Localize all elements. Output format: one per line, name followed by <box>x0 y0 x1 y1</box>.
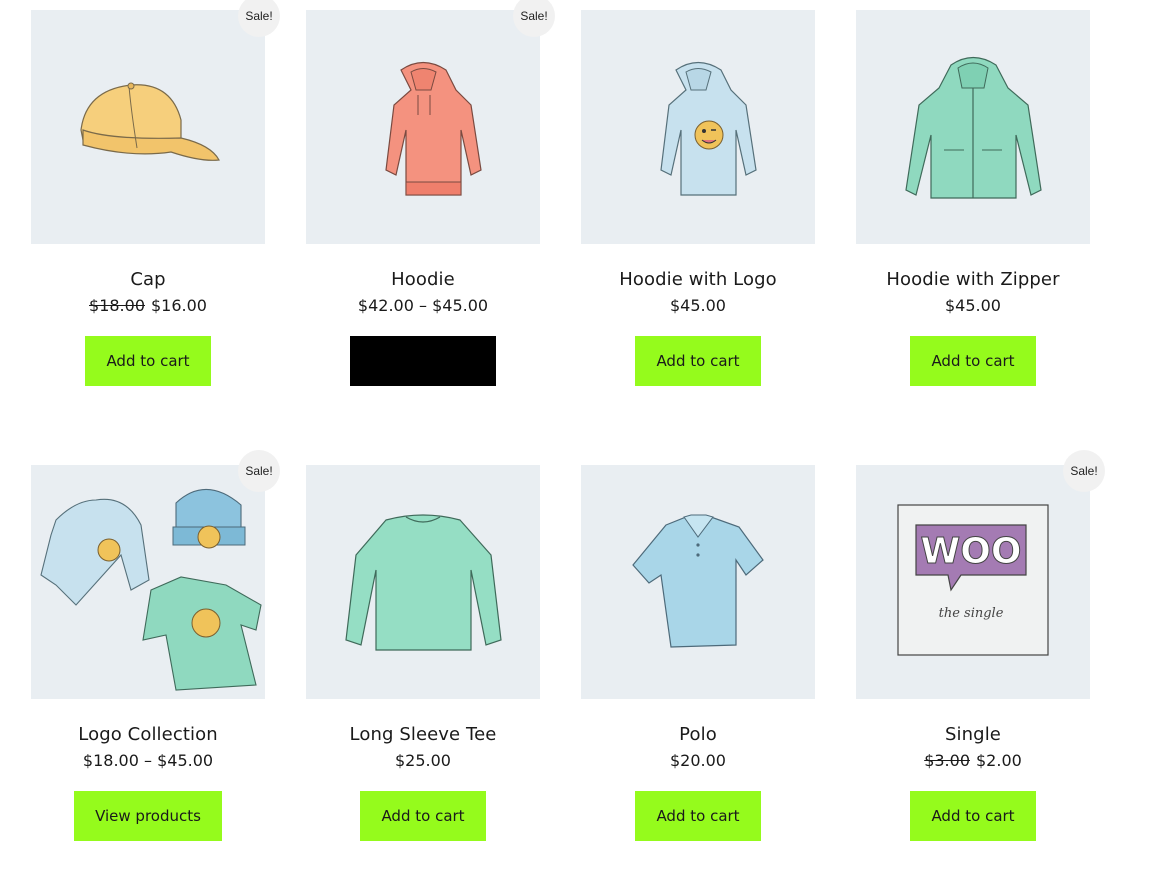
product-price: $42.00 – $45.00 <box>286 296 560 315</box>
sale-badge: Sale! <box>513 0 555 37</box>
product-title[interactable]: Hoodie <box>286 269 560 290</box>
sale-badge: Sale! <box>1063 450 1105 492</box>
view-products-button[interactable]: View products <box>74 791 222 841</box>
add-to-cart-button[interactable]: Add to cart <box>635 791 761 841</box>
old-price: $3.00 <box>924 751 970 770</box>
product-price: $45.00 <box>561 296 835 315</box>
add-to-cart-button[interactable]: Add to cart <box>910 791 1036 841</box>
product-title[interactable]: Polo <box>561 724 835 745</box>
product-title[interactable]: Logo Collection <box>11 724 285 745</box>
current-price: $45.00 <box>670 296 726 315</box>
product-image-long-sleeve-tee[interactable] <box>306 465 540 699</box>
product-price: $45.00 <box>836 296 1110 315</box>
product-image-cap[interactable] <box>31 10 265 244</box>
current-price: $25.00 <box>395 751 451 770</box>
product-image-hoodie-with-zipper[interactable] <box>856 10 1090 244</box>
product-image-polo[interactable] <box>581 465 815 699</box>
product-title[interactable]: Long Sleeve Tee <box>286 724 560 745</box>
product-price: $20.00 <box>561 751 835 770</box>
current-price: $16.00 <box>151 296 207 315</box>
product-title[interactable]: Single <box>836 724 1110 745</box>
sale-badge: Sale! <box>238 0 280 37</box>
product-title[interactable]: Hoodie with Logo <box>561 269 835 290</box>
select-options-button[interactable] <box>350 336 496 386</box>
product-price: $25.00 <box>286 751 560 770</box>
product-price: $18.00 $16.00 <box>11 296 285 315</box>
product-image-logo-collection[interactable] <box>31 465 265 699</box>
product-image-single[interactable]: WOO the single <box>856 465 1090 699</box>
woo-logo-text: WOO <box>921 531 1022 572</box>
product-image-hoodie-with-logo[interactable] <box>581 10 815 244</box>
current-price: $42.00 – $45.00 <box>357 296 489 315</box>
single-subtext: the single <box>939 606 1004 621</box>
current-price: $18.00 – $45.00 <box>82 751 214 770</box>
old-price: $18.00 <box>89 296 145 315</box>
current-price: $2.00 <box>976 751 1022 770</box>
add-to-cart-button[interactable]: Add to cart <box>360 791 486 841</box>
product-price: $3.00 $2.00 <box>836 751 1110 770</box>
current-price: $20.00 <box>670 751 726 770</box>
current-price: $45.00 <box>945 296 1001 315</box>
product-image-hoodie[interactable] <box>306 10 540 244</box>
product-grid: Sale! Cap $18.00 $16.00 Add to cart Sale!… <box>0 0 1153 888</box>
product-title[interactable]: Hoodie with Zipper <box>836 269 1110 290</box>
product-title[interactable]: Cap <box>11 269 285 290</box>
add-to-cart-button[interactable]: Add to cart <box>635 336 761 386</box>
add-to-cart-button[interactable]: Add to cart <box>910 336 1036 386</box>
product-price: $18.00 – $45.00 <box>11 751 285 770</box>
add-to-cart-button[interactable]: Add to cart <box>85 336 211 386</box>
sale-badge: Sale! <box>238 450 280 492</box>
